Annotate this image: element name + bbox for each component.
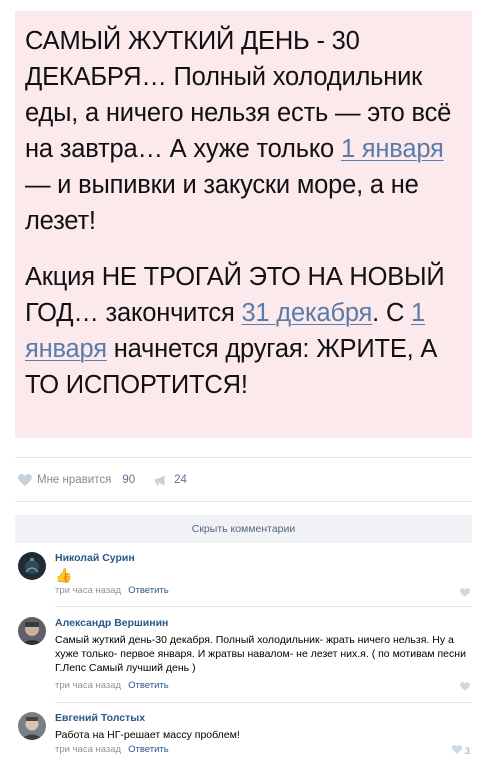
meme-date-link: 31 декабря xyxy=(241,299,373,327)
like-label: Мне нравится xyxy=(37,474,112,486)
meme-paragraph-1: САМЫЙ ЖУТКИЙ ДЕНЬ - 30 ДЕКАБРЯ… Полный х… xyxy=(25,23,466,239)
divider xyxy=(15,457,472,458)
like-count: 90 xyxy=(122,474,136,486)
hide-comments-button[interactable]: Скрыть комментарии xyxy=(15,515,472,543)
comment-like-button[interactable] xyxy=(460,588,470,600)
comment: Николай Сурин 👍 три часа назад Ответить xyxy=(15,552,472,597)
post-image[interactable]: САМЫЙ ЖУТКИЙ ДЕНЬ - 30 ДЕКАБРЯ… Полный х… xyxy=(15,11,472,438)
heart-icon xyxy=(451,745,462,757)
comment-author[interactable]: Александр Вершинин xyxy=(55,617,472,630)
meme-text: . С xyxy=(372,299,412,327)
comment-meta: три часа назад Ответить xyxy=(55,680,472,692)
meme-date-link: 1 января xyxy=(340,135,444,163)
heart-icon xyxy=(18,474,32,486)
comment-author[interactable]: Евгений Толстых xyxy=(55,712,472,725)
avatar[interactable] xyxy=(18,552,46,580)
divider xyxy=(55,702,472,703)
heart-icon xyxy=(460,588,470,600)
avatar[interactable] xyxy=(18,617,46,645)
divider xyxy=(55,606,472,607)
thumbs-up-icon: 👍 xyxy=(55,567,73,583)
comment-text: Работа на НГ-решает массу проблем! xyxy=(55,729,240,741)
comment-meta: три часа назад Ответить xyxy=(55,585,472,597)
comment-meta: три часа назад Ответить xyxy=(55,744,472,756)
comment-like-count: 3 xyxy=(464,745,470,757)
like-button[interactable]: Мне нравится 90 xyxy=(18,474,135,486)
reply-button[interactable]: Ответить xyxy=(128,680,169,691)
heart-icon xyxy=(460,682,470,694)
comment-like-button[interactable]: 3 xyxy=(451,745,470,757)
comment: Александр Вершинин Самый жуткий день-30 … xyxy=(15,617,472,697)
reply-button[interactable]: Ответить xyxy=(128,744,169,755)
comment-author[interactable]: Николай Сурин xyxy=(55,552,472,565)
meme-paragraph-2: Акция НЕ ТРОГАЙ ЭТО НА НОВЫЙ ГОД… законч… xyxy=(25,259,466,403)
comment-time[interactable]: три часа назад xyxy=(55,680,121,691)
comment-time[interactable]: три часа назад xyxy=(55,585,121,596)
comment-like-button[interactable] xyxy=(460,682,470,694)
share-button[interactable]: 24 xyxy=(155,474,187,486)
reply-button[interactable]: Ответить xyxy=(128,585,169,596)
share-count: 24 xyxy=(174,474,187,486)
comment-time[interactable]: три часа назад xyxy=(55,744,121,755)
avatar[interactable] xyxy=(18,712,46,740)
comment: Евгений Толстых Работа на НГ-решает масс… xyxy=(15,712,472,762)
megaphone-icon xyxy=(155,475,168,486)
post-actions: Мне нравится 90 24 xyxy=(18,472,187,488)
meme-text: — и выпивки и закуски море, а не лезет! xyxy=(25,171,419,235)
divider xyxy=(15,501,472,502)
comment-text: Самый жуткий день-30 декабря. Полный хол… xyxy=(55,634,466,674)
